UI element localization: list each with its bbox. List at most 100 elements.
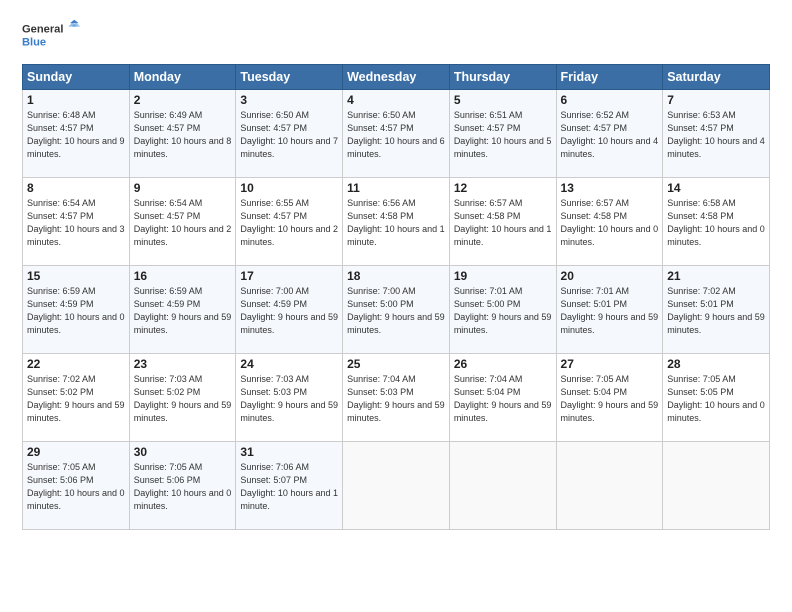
calendar-cell: 2 Sunrise: 6:49 AM Sunset: 4:57 PM Dayli… xyxy=(129,90,236,178)
day-number: 24 xyxy=(240,357,338,371)
day-number: 16 xyxy=(134,269,232,283)
day-number: 25 xyxy=(347,357,445,371)
day-number: 21 xyxy=(667,269,765,283)
day-info: Sunrise: 7:01 AM Sunset: 5:01 PM Dayligh… xyxy=(561,285,659,337)
day-number: 31 xyxy=(240,445,338,459)
day-number: 27 xyxy=(561,357,659,371)
calendar-week-row: 22 Sunrise: 7:02 AM Sunset: 5:02 PM Dayl… xyxy=(23,354,770,442)
day-number: 30 xyxy=(134,445,232,459)
header: General Blue xyxy=(22,18,770,54)
calendar-cell: 31 Sunrise: 7:06 AM Sunset: 5:07 PM Dayl… xyxy=(236,442,343,530)
svg-text:General: General xyxy=(22,24,63,36)
calendar-cell: 28 Sunrise: 7:05 AM Sunset: 5:05 PM Dayl… xyxy=(663,354,770,442)
day-info: Sunrise: 7:02 AM Sunset: 5:01 PM Dayligh… xyxy=(667,285,765,337)
day-number: 8 xyxy=(27,181,125,195)
day-number: 23 xyxy=(134,357,232,371)
calendar-week-row: 29 Sunrise: 7:05 AM Sunset: 5:06 PM Dayl… xyxy=(23,442,770,530)
day-info: Sunrise: 6:56 AM Sunset: 4:58 PM Dayligh… xyxy=(347,197,445,249)
calendar-header-wednesday: Wednesday xyxy=(343,65,450,90)
calendar-cell xyxy=(556,442,663,530)
calendar-header-saturday: Saturday xyxy=(663,65,770,90)
calendar-header-tuesday: Tuesday xyxy=(236,65,343,90)
logo: General Blue xyxy=(22,18,82,54)
calendar-week-row: 15 Sunrise: 6:59 AM Sunset: 4:59 PM Dayl… xyxy=(23,266,770,354)
calendar-cell: 29 Sunrise: 7:05 AM Sunset: 5:06 PM Dayl… xyxy=(23,442,130,530)
day-info: Sunrise: 6:54 AM Sunset: 4:57 PM Dayligh… xyxy=(134,197,232,249)
calendar-cell xyxy=(343,442,450,530)
calendar-cell: 4 Sunrise: 6:50 AM Sunset: 4:57 PM Dayli… xyxy=(343,90,450,178)
calendar-cell: 16 Sunrise: 6:59 AM Sunset: 4:59 PM Dayl… xyxy=(129,266,236,354)
day-number: 13 xyxy=(561,181,659,195)
calendar-cell: 15 Sunrise: 6:59 AM Sunset: 4:59 PM Dayl… xyxy=(23,266,130,354)
day-info: Sunrise: 7:00 AM Sunset: 4:59 PM Dayligh… xyxy=(240,285,338,337)
calendar-cell: 10 Sunrise: 6:55 AM Sunset: 4:57 PM Dayl… xyxy=(236,178,343,266)
day-info: Sunrise: 7:02 AM Sunset: 5:02 PM Dayligh… xyxy=(27,373,125,425)
day-info: Sunrise: 6:54 AM Sunset: 4:57 PM Dayligh… xyxy=(27,197,125,249)
day-number: 4 xyxy=(347,93,445,107)
calendar-header-thursday: Thursday xyxy=(449,65,556,90)
day-info: Sunrise: 7:04 AM Sunset: 5:03 PM Dayligh… xyxy=(347,373,445,425)
calendar-cell: 19 Sunrise: 7:01 AM Sunset: 5:00 PM Dayl… xyxy=(449,266,556,354)
day-info: Sunrise: 6:52 AM Sunset: 4:57 PM Dayligh… xyxy=(561,109,659,161)
calendar-header-monday: Monday xyxy=(129,65,236,90)
day-number: 29 xyxy=(27,445,125,459)
day-number: 12 xyxy=(454,181,552,195)
day-number: 26 xyxy=(454,357,552,371)
calendar-cell: 6 Sunrise: 6:52 AM Sunset: 4:57 PM Dayli… xyxy=(556,90,663,178)
calendar-cell: 1 Sunrise: 6:48 AM Sunset: 4:57 PM Dayli… xyxy=(23,90,130,178)
day-number: 10 xyxy=(240,181,338,195)
calendar-cell: 27 Sunrise: 7:05 AM Sunset: 5:04 PM Dayl… xyxy=(556,354,663,442)
day-info: Sunrise: 7:05 AM Sunset: 5:05 PM Dayligh… xyxy=(667,373,765,425)
calendar-cell: 23 Sunrise: 7:03 AM Sunset: 5:02 PM Dayl… xyxy=(129,354,236,442)
calendar-cell: 25 Sunrise: 7:04 AM Sunset: 5:03 PM Dayl… xyxy=(343,354,450,442)
calendar-header-sunday: Sunday xyxy=(23,65,130,90)
calendar-cell: 8 Sunrise: 6:54 AM Sunset: 4:57 PM Dayli… xyxy=(23,178,130,266)
calendar-cell: 21 Sunrise: 7:02 AM Sunset: 5:01 PM Dayl… xyxy=(663,266,770,354)
calendar-cell: 22 Sunrise: 7:02 AM Sunset: 5:02 PM Dayl… xyxy=(23,354,130,442)
calendar-header-row: SundayMondayTuesdayWednesdayThursdayFrid… xyxy=(23,65,770,90)
calendar-week-row: 8 Sunrise: 6:54 AM Sunset: 4:57 PM Dayli… xyxy=(23,178,770,266)
svg-text:Blue: Blue xyxy=(22,36,46,48)
day-info: Sunrise: 6:59 AM Sunset: 4:59 PM Dayligh… xyxy=(27,285,125,337)
calendar-cell xyxy=(449,442,556,530)
calendar-header-friday: Friday xyxy=(556,65,663,90)
calendar-cell: 3 Sunrise: 6:50 AM Sunset: 4:57 PM Dayli… xyxy=(236,90,343,178)
calendar-cell: 17 Sunrise: 7:00 AM Sunset: 4:59 PM Dayl… xyxy=(236,266,343,354)
day-info: Sunrise: 6:51 AM Sunset: 4:57 PM Dayligh… xyxy=(454,109,552,161)
day-info: Sunrise: 6:58 AM Sunset: 4:58 PM Dayligh… xyxy=(667,197,765,249)
day-info: Sunrise: 7:05 AM Sunset: 5:06 PM Dayligh… xyxy=(134,461,232,513)
day-number: 14 xyxy=(667,181,765,195)
day-number: 20 xyxy=(561,269,659,283)
day-number: 28 xyxy=(667,357,765,371)
calendar-week-row: 1 Sunrise: 6:48 AM Sunset: 4:57 PM Dayli… xyxy=(23,90,770,178)
day-number: 17 xyxy=(240,269,338,283)
calendar-cell: 30 Sunrise: 7:05 AM Sunset: 5:06 PM Dayl… xyxy=(129,442,236,530)
day-number: 11 xyxy=(347,181,445,195)
day-info: Sunrise: 6:48 AM Sunset: 4:57 PM Dayligh… xyxy=(27,109,125,161)
day-info: Sunrise: 7:03 AM Sunset: 5:02 PM Dayligh… xyxy=(134,373,232,425)
day-number: 6 xyxy=(561,93,659,107)
day-number: 2 xyxy=(134,93,232,107)
day-info: Sunrise: 6:50 AM Sunset: 4:57 PM Dayligh… xyxy=(240,109,338,161)
day-info: Sunrise: 7:03 AM Sunset: 5:03 PM Dayligh… xyxy=(240,373,338,425)
calendar-cell: 13 Sunrise: 6:57 AM Sunset: 4:58 PM Dayl… xyxy=(556,178,663,266)
day-number: 7 xyxy=(667,93,765,107)
day-number: 5 xyxy=(454,93,552,107)
day-number: 3 xyxy=(240,93,338,107)
day-info: Sunrise: 6:57 AM Sunset: 4:58 PM Dayligh… xyxy=(561,197,659,249)
calendar-cell: 12 Sunrise: 6:57 AM Sunset: 4:58 PM Dayl… xyxy=(449,178,556,266)
calendar-table: SundayMondayTuesdayWednesdayThursdayFrid… xyxy=(22,64,770,530)
calendar-cell: 18 Sunrise: 7:00 AM Sunset: 5:00 PM Dayl… xyxy=(343,266,450,354)
calendar-cell: 26 Sunrise: 7:04 AM Sunset: 5:04 PM Dayl… xyxy=(449,354,556,442)
day-info: Sunrise: 6:59 AM Sunset: 4:59 PM Dayligh… xyxy=(134,285,232,337)
day-number: 22 xyxy=(27,357,125,371)
calendar-cell: 7 Sunrise: 6:53 AM Sunset: 4:57 PM Dayli… xyxy=(663,90,770,178)
calendar-cell xyxy=(663,442,770,530)
day-info: Sunrise: 7:04 AM Sunset: 5:04 PM Dayligh… xyxy=(454,373,552,425)
calendar-cell: 24 Sunrise: 7:03 AM Sunset: 5:03 PM Dayl… xyxy=(236,354,343,442)
calendar-cell: 9 Sunrise: 6:54 AM Sunset: 4:57 PM Dayli… xyxy=(129,178,236,266)
logo-svg: General Blue xyxy=(22,18,82,54)
day-number: 15 xyxy=(27,269,125,283)
day-number: 19 xyxy=(454,269,552,283)
calendar-cell: 14 Sunrise: 6:58 AM Sunset: 4:58 PM Dayl… xyxy=(663,178,770,266)
